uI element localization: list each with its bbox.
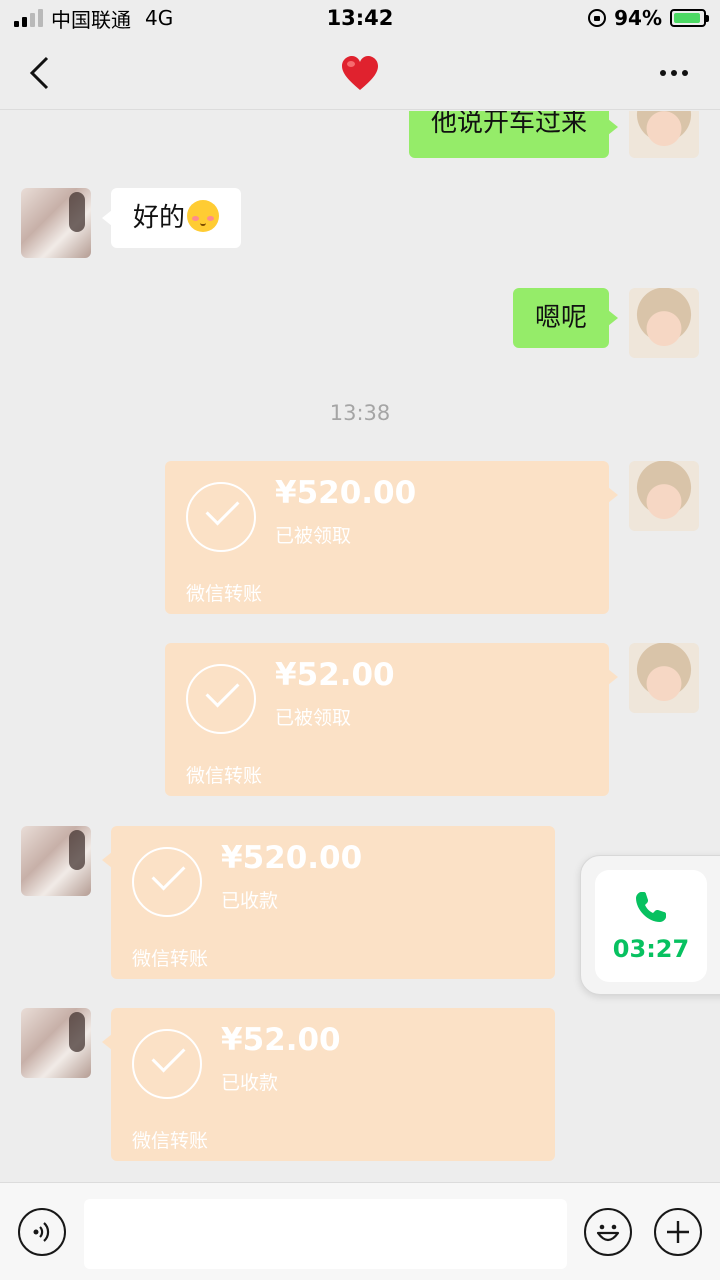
carrier-label: 中国联通 xyxy=(51,7,131,32)
transfer-status: 已收款 xyxy=(221,1072,279,1094)
transfer-status: 已收款 xyxy=(221,890,279,912)
signal-icon xyxy=(14,9,43,27)
check-circle-icon xyxy=(132,1029,202,1099)
message-text: 嗯呢 xyxy=(534,303,587,333)
avatar-contact[interactable] xyxy=(21,1008,91,1078)
avatar-contact[interactable] xyxy=(21,826,91,896)
transfer-card[interactable]: ¥52.00 已收款 微信转账 xyxy=(102,1008,555,1161)
transfer-amount: ¥520.00 xyxy=(275,475,417,511)
avatar-me[interactable] xyxy=(629,643,699,713)
transfer-amount: ¥52.00 xyxy=(275,657,395,693)
floating-call-widget[interactable]: 03:27 xyxy=(580,855,720,995)
avatar-me[interactable] xyxy=(629,111,699,158)
voice-icon[interactable] xyxy=(18,1208,66,1256)
battery-fill xyxy=(674,13,701,23)
transfer-card[interactable]: ¥520.00 已被领取 微信转账 xyxy=(165,461,618,614)
call-widget-inner[interactable]: 03:27 xyxy=(595,870,707,982)
message-input[interactable] xyxy=(84,1199,567,1269)
status-bar: 中国联通 4G 13:42 94% xyxy=(0,0,720,36)
input-bar xyxy=(0,1182,720,1280)
plus-icon[interactable] xyxy=(654,1208,702,1256)
transfer-amount: ¥52.00 xyxy=(221,1022,341,1058)
transfer-card[interactable]: ¥52.00 已被领取 微信转账 xyxy=(165,643,618,796)
status-left: 中国联通 4G xyxy=(14,4,173,33)
chevron-left-icon[interactable] xyxy=(22,53,56,93)
check-circle-icon xyxy=(186,664,256,734)
transfer-label: 微信转账 xyxy=(186,765,263,787)
transfer-status: 已被领取 xyxy=(275,707,352,729)
avatar-me[interactable] xyxy=(629,461,699,531)
transfer-label: 微信转账 xyxy=(132,1130,209,1152)
check-circle-icon xyxy=(132,847,202,917)
message-bubble-sent[interactable]: 嗯呢 xyxy=(512,288,619,348)
rotation-lock-icon xyxy=(588,9,607,27)
phone-icon xyxy=(636,892,666,922)
emoji-icon[interactable] xyxy=(584,1208,632,1256)
transfer-status: 已被领取 xyxy=(275,525,352,547)
battery-percent: 94% xyxy=(614,6,662,30)
avatar-me[interactable] xyxy=(629,288,699,358)
chat-area[interactable]: 他说开车过来 好的 嗯呢 13:38 ¥520.00 已被领取 微信转账 ¥52… xyxy=(0,111,720,1182)
transfer-amount: ¥520.00 xyxy=(221,840,363,876)
network-label: 4G xyxy=(145,6,174,30)
transfer-label: 微信转账 xyxy=(132,948,209,970)
avatar-contact[interactable] xyxy=(21,188,91,258)
battery-charging-icon xyxy=(670,9,709,27)
heart-icon xyxy=(340,54,380,94)
more-dots-icon[interactable] xyxy=(650,60,698,86)
message-bubble-sent[interactable]: 他说开车过来 xyxy=(408,111,619,158)
message-bubble-received[interactable]: 好的 xyxy=(101,188,242,248)
nav-bar xyxy=(0,36,720,110)
message-text: 好的 xyxy=(133,203,186,233)
transfer-label: 微信转账 xyxy=(186,583,263,605)
check-circle-icon xyxy=(186,482,256,552)
message-text: 他说开车过来 xyxy=(430,111,587,138)
blushing-face-icon xyxy=(187,200,220,232)
time-separator: 13:38 xyxy=(329,401,391,425)
status-right: 94% xyxy=(588,6,709,30)
call-duration: 03:27 xyxy=(612,935,690,963)
transfer-card[interactable]: ¥520.00 已收款 微信转账 xyxy=(102,826,555,979)
